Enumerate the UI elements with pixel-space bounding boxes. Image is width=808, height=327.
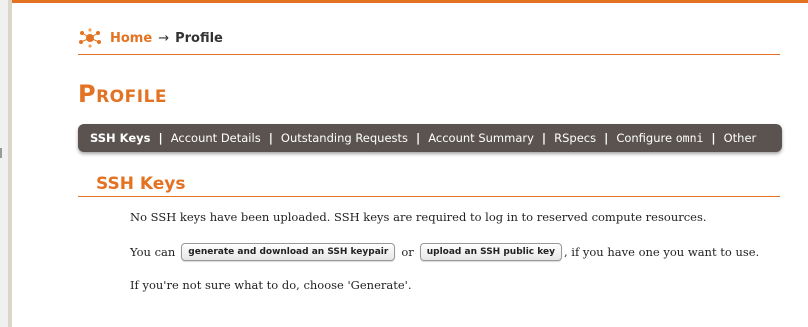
breadcrumb-divider	[78, 54, 780, 55]
you-can-text: You can	[130, 245, 176, 259]
tab-ssh-keys[interactable]: SSH Keys	[90, 131, 151, 145]
left-strip	[0, 0, 8, 327]
or-text: or	[401, 245, 414, 259]
tab-separator: |	[158, 131, 163, 145]
left-border	[8, 0, 12, 327]
page-title: Profile	[78, 80, 168, 108]
tab-separator: |	[416, 131, 421, 145]
tab-configure-code: omni	[675, 131, 704, 145]
section-title: SSH Keys	[96, 174, 186, 194]
tab-separator: |	[604, 131, 609, 145]
no-keys-message: No SSH keys have been uploaded. SSH keys…	[130, 210, 707, 224]
tab-account-details[interactable]: Account Details	[171, 131, 261, 145]
tab-configure-omni[interactable]: Configure omni	[616, 131, 703, 145]
geni-logo-icon[interactable]	[78, 28, 102, 48]
key-options-suffix: , if you have one you want to use.	[563, 245, 760, 259]
breadcrumb: Home → Profile	[78, 28, 223, 48]
tab-separator: |	[541, 131, 547, 145]
tab-other[interactable]: Other	[724, 131, 757, 145]
tab-bar: SSH Keys | Account Details | Outstanding…	[78, 124, 782, 152]
key-options-line: You can generate and download an SSH key…	[130, 243, 759, 261]
section-divider	[78, 196, 780, 197]
page: Home → Profile Profile SSH Keys | Accoun…	[0, 0, 808, 327]
breadcrumb-arrow: →	[158, 30, 170, 46]
generate-hint: If you're not sure what to do, choose 'G…	[130, 278, 412, 292]
upload-public-key-button[interactable]: upload an SSH public key	[419, 243, 562, 261]
top-rule	[12, 0, 808, 3]
breadcrumb-home-link[interactable]: Home	[110, 31, 152, 46]
tab-account-summary[interactable]: Account Summary	[428, 131, 534, 145]
tab-outstanding-requests[interactable]: Outstanding Requests	[281, 131, 408, 145]
generate-keypair-button[interactable]: generate and download an SSH keypair	[181, 243, 396, 261]
tab-separator: |	[268, 131, 273, 145]
breadcrumb-current: Profile	[175, 30, 223, 46]
tab-configure-label: Configure	[616, 131, 673, 145]
left-tick	[0, 148, 2, 158]
tab-rspecs[interactable]: RSpecs	[554, 131, 596, 145]
tab-separator: |	[711, 131, 716, 145]
